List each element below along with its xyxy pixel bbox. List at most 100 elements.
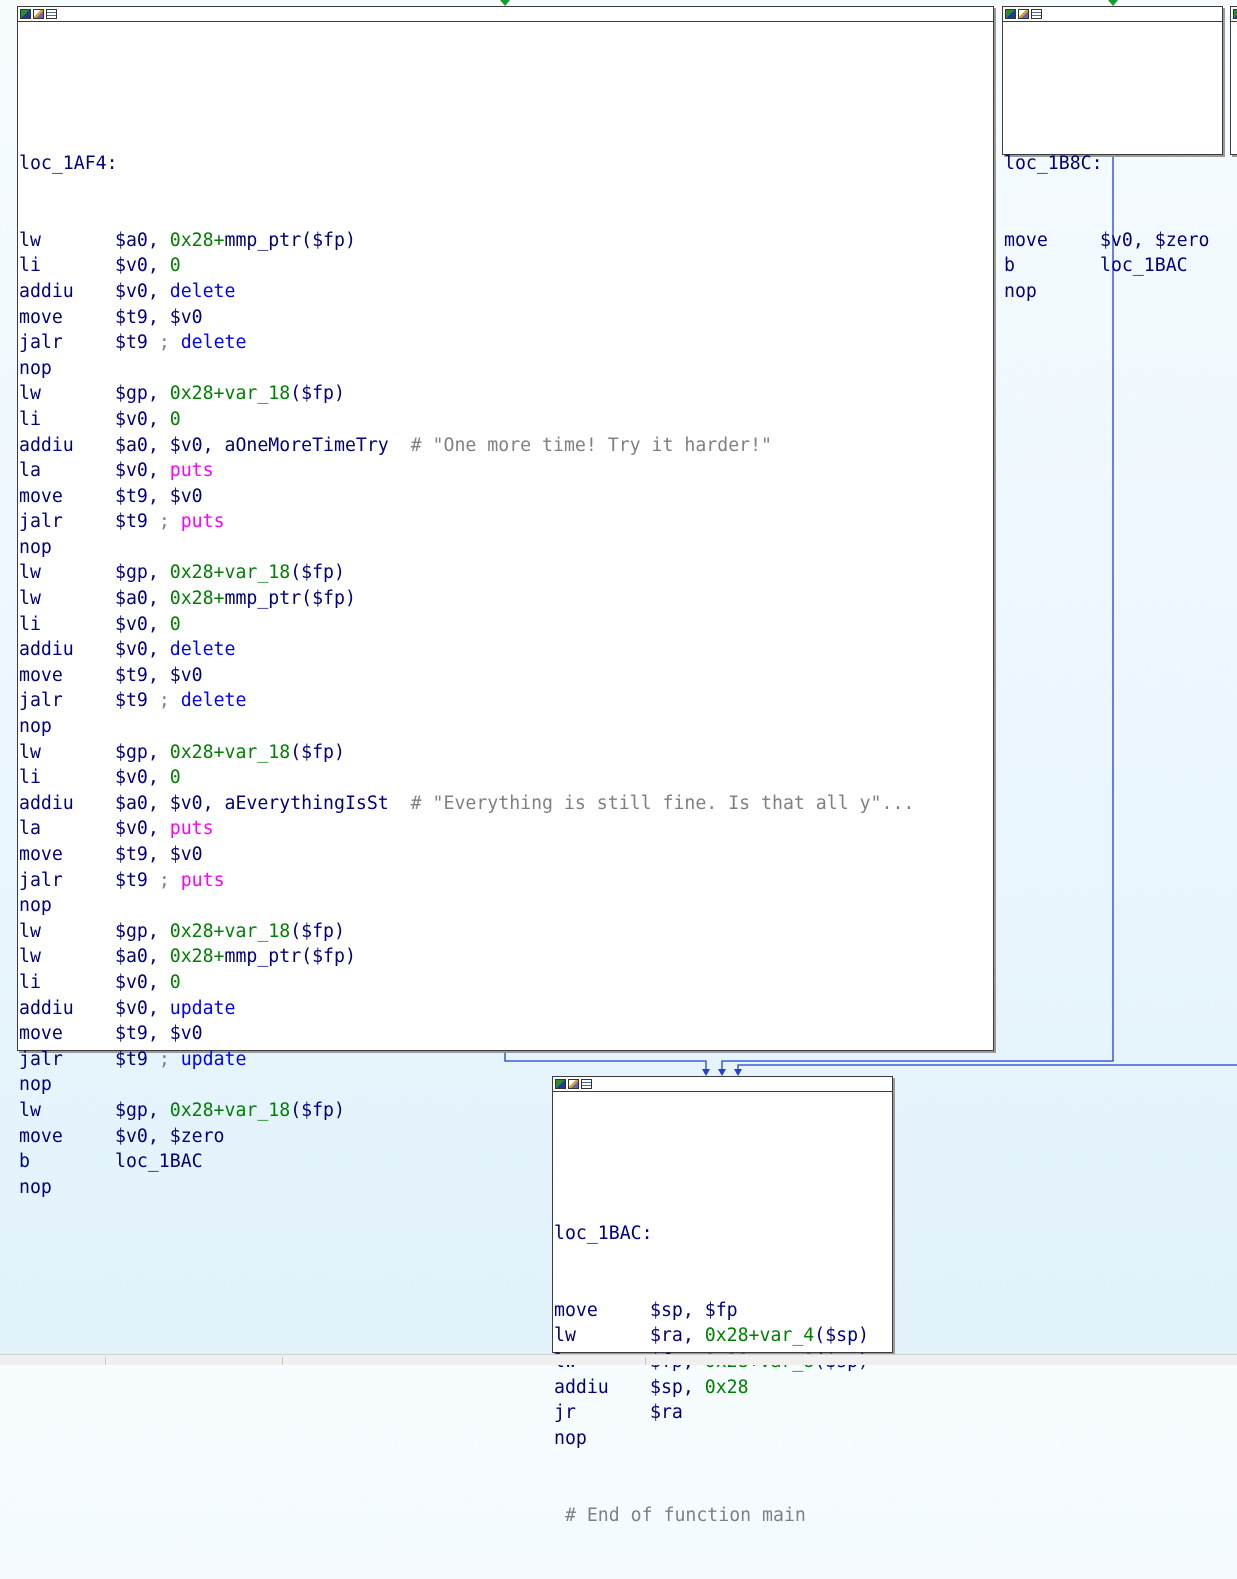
mnemonic: li	[19, 408, 41, 430]
color-icon[interactable]	[1233, 9, 1237, 19]
operand: # "Everything is still fine. Is that all…	[410, 792, 915, 814]
instruction-line[interactable]: move $sp, $fp	[554, 1298, 892, 1324]
basic-block-offscreen[interactable]: llbn	[1230, 6, 1237, 155]
operand: $a0, $v0, aEverythingIsSt	[115, 792, 411, 814]
operand[interactable]: puts	[181, 870, 225, 891]
operand[interactable]: puts	[170, 818, 214, 839]
instruction-line[interactable]: move $t9, $v0	[19, 484, 993, 510]
instruction-line[interactable]: lw $a0, 0x28+mmp_ptr($fp)	[19, 944, 993, 970]
instruction-line[interactable]: addiu $v0, update	[19, 996, 993, 1022]
operand: $gp,	[115, 383, 170, 405]
mnemonic: lw	[19, 946, 41, 968]
edit-icon[interactable]	[33, 9, 44, 19]
mnemonic: nop	[19, 716, 52, 738]
instruction-line[interactable]: jalr $t9 ; puts	[19, 868, 993, 894]
instruction-line[interactable]: move $t9, $v0	[19, 305, 993, 331]
instruction-line[interactable]: nop	[19, 535, 993, 561]
instruction-line[interactable]: li $v0, 0	[19, 970, 993, 996]
edit-icon[interactable]	[568, 1079, 579, 1089]
instruction-line[interactable]: move $t9, $v0	[19, 663, 993, 689]
status-bar	[0, 1354, 1237, 1365]
color-icon[interactable]	[1005, 9, 1016, 19]
instruction-line[interactable]: addiu $v0, delete	[19, 637, 993, 663]
instruction-line[interactable]: lw $a0, 0x28+mmp_ptr($fp)	[19, 228, 993, 254]
basic-block-loc-1bac[interactable]: loc_1BAC: move $sp, $fp lw $ra, 0x28+var_4(…	[552, 1076, 893, 1526]
text-view-icon[interactable]	[1031, 9, 1042, 19]
color-icon[interactable]	[555, 1079, 566, 1089]
mnemonic: li	[19, 255, 41, 277]
instruction-line[interactable]: jalr $t9 ; puts	[19, 509, 993, 535]
operand: 0x28+var_18	[169, 383, 291, 405]
operand: ;	[158, 869, 181, 891]
operand: $t9	[115, 1048, 159, 1070]
operand[interactable]: puts	[170, 460, 214, 481]
operand: $t9	[115, 511, 159, 533]
instruction-line[interactable]: lw $gp, 0x28+var_18($fp)	[19, 560, 993, 586]
basic-block-loc-1af4[interactable]: loc_1AF4: lw $a0, 0x28+mmp_ptr($fp) li $v0,…	[17, 6, 994, 1198]
operand[interactable]: update	[181, 1049, 247, 1070]
instruction-line[interactable]: move $t9, $v0	[19, 1021, 993, 1047]
operand[interactable]: update	[170, 998, 236, 1019]
mnemonic: lw	[19, 562, 41, 584]
instruction-line[interactable]: addiu $v0, delete	[19, 279, 993, 305]
operand: 0	[169, 613, 181, 635]
instruction-line[interactable]: nop	[19, 893, 993, 919]
mnemonic: move	[19, 306, 63, 328]
instruction-line[interactable]: addiu $sp, 0x28	[554, 1375, 892, 1401]
instruction-line[interactable]: addiu $a0, $v0, aEverythingIsSt # "Everyt…	[19, 791, 993, 817]
operand[interactable]: mmp_ptr	[225, 230, 302, 251]
instruction-line[interactable]: jalr $t9 ; delete	[19, 330, 993, 356]
instruction-line[interactable]: nop	[554, 1426, 892, 1452]
instruction-line[interactable]: lw $a0, 0x28+mmp_ptr($fp)	[19, 586, 993, 612]
instruction-line[interactable]: li $v0, 0	[19, 612, 993, 638]
mnemonic: nop	[19, 357, 52, 379]
operand: 0x28+var_18	[169, 562, 291, 584]
operand: $v0,	[115, 408, 170, 430]
instruction-line[interactable]: lw $gp, 0x28+var_18($fp)	[19, 919, 993, 945]
instruction-line[interactable]: nop	[19, 356, 993, 382]
mnemonic: jalr	[19, 1048, 63, 1070]
edit-icon[interactable]	[1018, 9, 1029, 19]
instruction-line[interactable]: lw $ra, 0x28+var_4($sp)	[554, 1323, 892, 1349]
instruction-line[interactable]: lw $gp, 0x28+var_18($fp)	[19, 740, 993, 766]
instruction-line[interactable]: move $v0, $zero	[1004, 228, 1222, 254]
mnemonic: move	[19, 844, 63, 865]
instruction-line[interactable]: la $v0, puts	[19, 816, 993, 842]
instruction-line[interactable]: move $t9, $v0	[19, 842, 993, 868]
instruction-line[interactable]: jalr $t9 ; update	[19, 1047, 993, 1073]
block-label[interactable]: loc_1BAC:	[554, 1221, 892, 1247]
instruction-line[interactable]: li $v0, 0	[19, 765, 993, 791]
operand: $v0,	[115, 997, 170, 1019]
instruction-line[interactable]: la $v0, puts	[19, 458, 993, 484]
instruction-line[interactable]: lw $gp, 0x28+var_18($fp)	[19, 381, 993, 407]
instruction-line[interactable]: li $v0, 0	[19, 407, 993, 433]
operand[interactable]: delete	[181, 332, 247, 353]
operand[interactable]: mmp_ptr	[225, 588, 302, 609]
instruction-line[interactable]: jr $ra	[554, 1400, 892, 1426]
instruction-line[interactable]: jalr $t9 ; delete	[19, 688, 993, 714]
text-view-icon[interactable]	[46, 9, 57, 19]
instruction-line[interactable]: addiu $a0, $v0, aOneMoreTimeTry # "One mo…	[19, 433, 993, 459]
operand[interactable]: delete	[181, 690, 247, 711]
block-label[interactable]: loc_1B8C:	[1004, 151, 1222, 177]
instruction-line[interactable]: b loc_1BAC	[1004, 253, 1222, 279]
basic-block-loc-1b8c[interactable]: loc_1B8C: move $v0, $zero b loc_1BAC nop	[1002, 6, 1223, 302]
operand[interactable]: mmp_ptr	[225, 946, 302, 967]
operand: $a0, $v0, aOneMoreTimeTry	[115, 434, 411, 456]
block-code-partial: llbn	[1231, 22, 1237, 154]
instruction-line[interactable]: li $v0, 0	[19, 253, 993, 279]
operand[interactable]: delete	[170, 639, 236, 660]
operand[interactable]: puts	[181, 511, 225, 532]
mnemonic: jalr	[19, 511, 63, 533]
operand[interactable]: delete	[170, 281, 236, 302]
instruction-line[interactable]: nop	[19, 714, 993, 740]
block-label[interactable]: loc_1AF4:	[19, 151, 993, 177]
color-icon[interactable]	[20, 9, 31, 19]
mnemonic: addiu	[19, 997, 74, 1019]
text-view-icon[interactable]	[581, 1079, 592, 1089]
mnemonic: lw	[19, 1099, 41, 1121]
mnemonic: lw	[19, 229, 41, 251]
instruction-line[interactable]: nop	[1004, 279, 1222, 305]
operand: 0	[169, 767, 181, 789]
operand: $ra,	[650, 1325, 705, 1347]
